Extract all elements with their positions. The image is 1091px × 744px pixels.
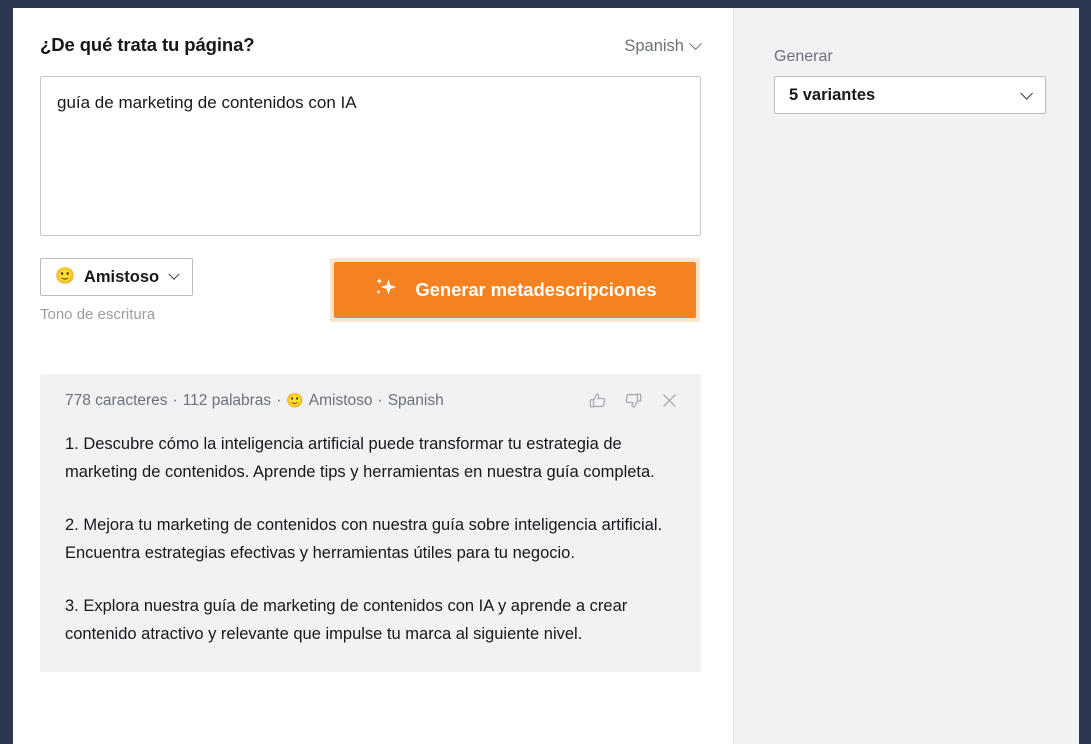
result-body: 1. Descubre cómo la inteligencia artific… xyxy=(54,430,679,648)
result-meta: 778 caracteres · 112 palabras · 🙂 Amisto… xyxy=(54,392,444,410)
controls-row: 🙂 Amistoso Tono de escritura Generar met… xyxy=(40,258,700,330)
close-icon[interactable] xyxy=(660,391,679,410)
sparkle-icon xyxy=(373,275,399,306)
generate-button-label: Generar metadescripciones xyxy=(415,279,657,300)
smiley-face-icon: 🙂 xyxy=(286,392,304,408)
language-selector-label: Spanish xyxy=(624,37,684,55)
result-item: 2. Mejora tu marketing de contenidos con… xyxy=(65,515,663,563)
generate-count-label: Generar xyxy=(774,48,833,65)
chevron-down-icon xyxy=(1020,86,1033,100)
result-card-header: 778 caracteres · 112 palabras · 🙂 Amisto… xyxy=(54,391,679,410)
settings-sidebar: Generar 5 variantes xyxy=(733,8,1079,744)
generate-button-focus-ring: Generar metadescripciones xyxy=(330,258,700,322)
app-frame: ¿De qué trata tu página? Spanish 🙂 Amist… xyxy=(13,8,1079,744)
meta-separator: · xyxy=(276,391,282,409)
result-item: 1. Descubre cómo la inteligencia artific… xyxy=(65,435,655,482)
result-card: 778 caracteres · 112 palabras · 🙂 Amisto… xyxy=(40,374,701,673)
variant-count-value: 5 variantes xyxy=(789,85,876,104)
tone-control-group: 🙂 Amistoso Tono de escritura xyxy=(40,258,332,323)
smiley-face-icon: 🙂 xyxy=(55,268,75,285)
language-selector[interactable]: Spanish xyxy=(624,37,702,56)
page-title: ¿De qué trata tu página? xyxy=(40,34,255,55)
chevron-down-icon xyxy=(168,268,180,280)
main-content-panel: ¿De qué trata tu página? Spanish 🙂 Amist… xyxy=(13,8,733,744)
chevron-down-icon xyxy=(689,37,702,51)
generate-meta-descriptions-button[interactable]: Generar metadescripciones xyxy=(334,262,696,318)
result-language: Spanish xyxy=(387,391,444,409)
variant-count-select[interactable]: 5 variantes xyxy=(774,76,1046,114)
result-word-count: 112 palabras xyxy=(182,391,272,409)
thumbs-up-icon[interactable] xyxy=(588,391,607,410)
prompt-header: ¿De qué trata tu página? Spanish xyxy=(40,34,702,60)
result-char-count: 778 caracteres xyxy=(65,391,168,409)
meta-separator: · xyxy=(377,391,383,409)
writing-tone-caption: Tono de escritura xyxy=(40,306,156,323)
thumbs-down-icon[interactable] xyxy=(624,391,643,410)
result-actions xyxy=(588,391,679,410)
meta-separator: · xyxy=(172,391,178,409)
writing-tone-dropdown[interactable]: 🙂 Amistoso xyxy=(40,258,194,296)
result-tone: Amistoso xyxy=(308,391,373,409)
result-item: 3. Explora nuestra guía de marketing de … xyxy=(65,596,628,643)
page-topic-input[interactable] xyxy=(40,76,701,236)
writing-tone-value: Amistoso xyxy=(83,267,160,286)
